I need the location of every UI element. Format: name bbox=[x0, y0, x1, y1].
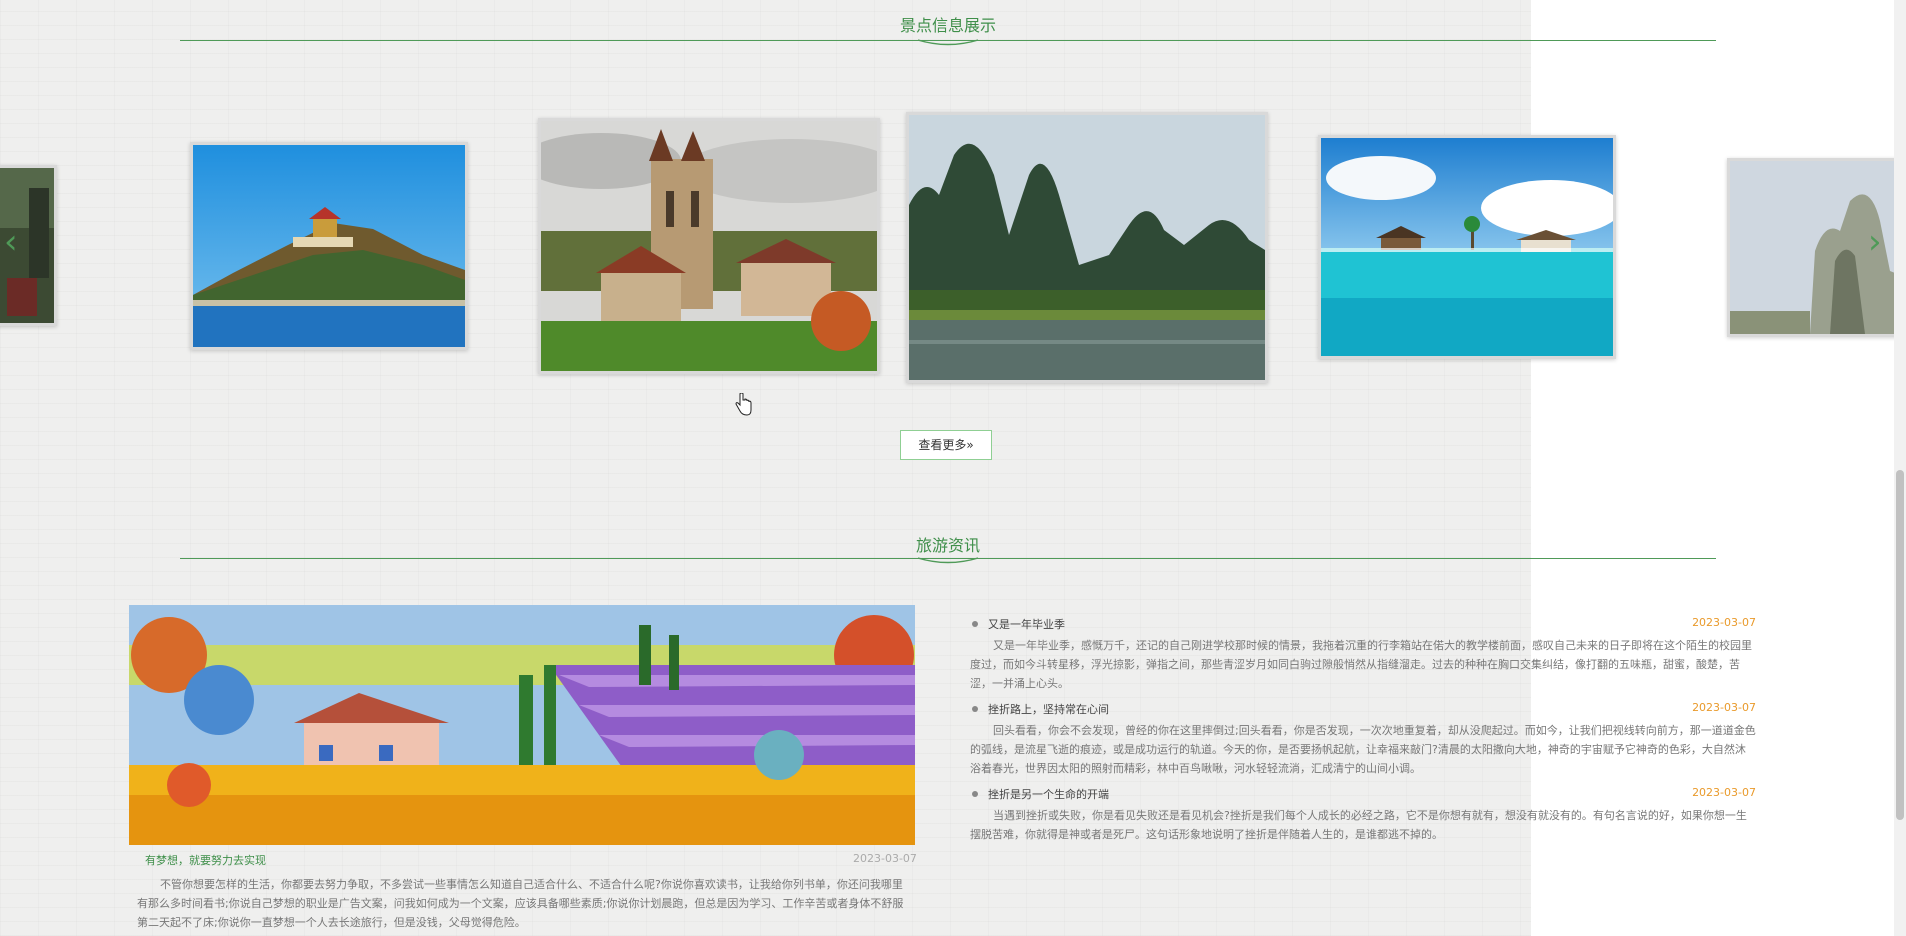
view-more-button[interactable]: 查看更多» bbox=[900, 430, 992, 460]
page-scrollbar[interactable] bbox=[1894, 0, 1906, 936]
scenic-carousel: ‹ › bbox=[0, 100, 1906, 400]
news-summary: 又是一年毕业季，感慨万千，还记的自己刚进学校那时候的情景，我拖着沉重的行李箱站在… bbox=[970, 639, 1752, 690]
news-title[interactable]: 挫折是另一个生命的开端 bbox=[988, 786, 1109, 802]
news-list: 又是一年毕业季 2023-03-07 又是一年毕业季，感慨万千，还记的自己刚进学… bbox=[970, 614, 1756, 850]
featured-news-title[interactable]: 有梦想，就要努力去实现 bbox=[145, 852, 266, 868]
scenic-photo bbox=[909, 115, 1265, 380]
chevron-left-icon[interactable]: ‹ bbox=[4, 225, 18, 259]
bullet-icon bbox=[972, 791, 978, 797]
scenic-photo bbox=[1321, 138, 1613, 356]
news-title[interactable]: 挫折路上，坚持常在心间 bbox=[988, 701, 1109, 717]
scenic-section-header: 景点信息展示 bbox=[180, 0, 1716, 46]
bullet-icon bbox=[972, 706, 978, 712]
chevron-right-icon[interactable]: › bbox=[1868, 225, 1882, 259]
carousel-slide[interactable] bbox=[190, 142, 468, 350]
news-date: 2023-03-07 bbox=[1692, 701, 1756, 714]
lavender-field-painting bbox=[129, 605, 915, 845]
news-title[interactable]: 又是一年毕业季 bbox=[988, 616, 1065, 632]
featured-news-summary: 不管你想要怎样的生活，你都要去努力争取，不多尝试一些事情怎么知道自己适合什么、不… bbox=[137, 878, 904, 929]
scrollbar-thumb[interactable] bbox=[1896, 470, 1904, 820]
carousel-slide[interactable] bbox=[1318, 135, 1616, 359]
news-summary: 回头看看，你会不会发现，曾经的你在这里摔倒过;回头看看，你是否发现，一次次地重复… bbox=[970, 724, 1756, 775]
wave-ornament-icon bbox=[918, 39, 978, 46]
scenic-photo bbox=[541, 121, 877, 371]
list-item[interactable]: 又是一年毕业季 2023-03-07 又是一年毕业季，感慨万千，还记的自己刚进学… bbox=[970, 614, 1756, 693]
scenic-photo bbox=[193, 145, 465, 347]
wave-ornament-icon bbox=[918, 557, 978, 564]
carousel-slide[interactable] bbox=[906, 112, 1268, 383]
list-item[interactable]: 挫折路上，坚持常在心间 2023-03-07 回头看看，你会不会发现，曾经的你在… bbox=[970, 699, 1756, 778]
list-item[interactable]: 挫折是另一个生命的开端 2023-03-07 当遇到挫折或失败，你是看见失败还是… bbox=[970, 784, 1756, 844]
news-date: 2023-03-07 bbox=[1692, 616, 1756, 629]
news-summary: 当遇到挫折或失败，你是看见失败还是看见机会?挫折是我们每个人成长的必经之路，它不… bbox=[970, 809, 1747, 841]
news-section-title: 旅游资讯 bbox=[915, 536, 980, 555]
featured-news-date: 2023-03-07 bbox=[853, 852, 917, 865]
news-date: 2023-03-07 bbox=[1692, 786, 1756, 799]
bullet-icon bbox=[972, 621, 978, 627]
featured-news-image[interactable] bbox=[129, 605, 915, 845]
scenic-section-title: 景点信息展示 bbox=[899, 16, 996, 35]
news-section-header: 旅游资讯 bbox=[180, 520, 1716, 564]
carousel-slide[interactable] bbox=[538, 118, 880, 374]
hand-cursor-icon bbox=[735, 393, 752, 416]
